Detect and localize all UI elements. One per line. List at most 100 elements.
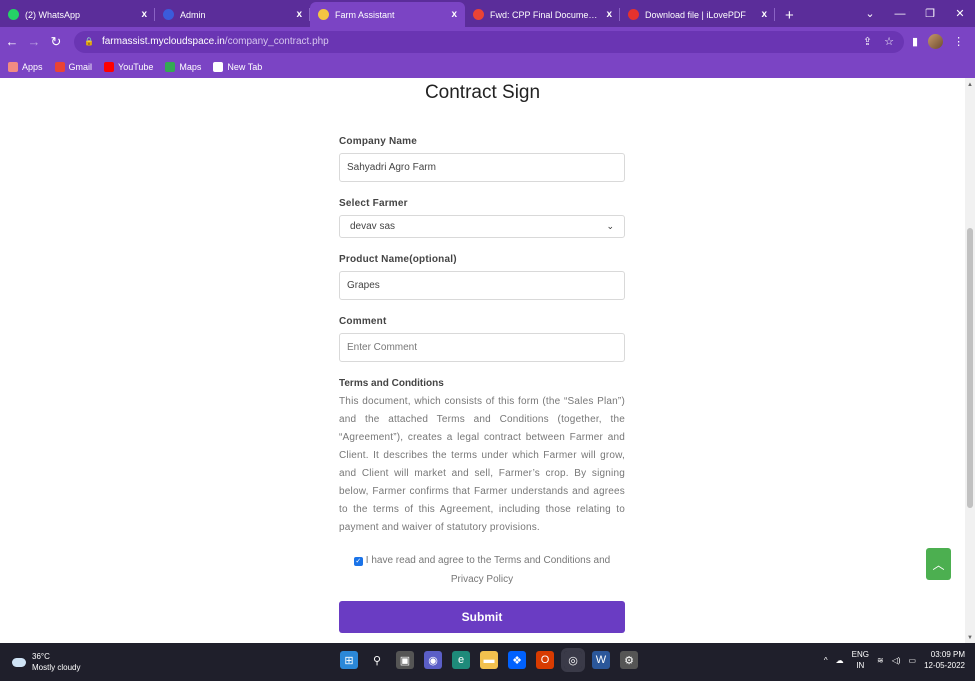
- clock-time: 03:09 PM: [930, 650, 965, 659]
- back-icon[interactable]: ←: [2, 34, 22, 49]
- gmail-icon: [54, 62, 65, 72]
- tab-2[interactable]: Farm Assistant x: [310, 2, 465, 27]
- url-input[interactable]: 🔒 farmassist.mycloudspace.in/company_con…: [74, 30, 904, 53]
- chrome-icon[interactable]: ◎: [561, 648, 585, 672]
- weather-widget[interactable]: 36°C Mostly cloudy: [12, 651, 80, 673]
- chat-icon[interactable]: ◉: [424, 651, 442, 669]
- tab-close-icon[interactable]: x: [141, 9, 147, 20]
- chevron-up-icon: ︿: [932, 557, 945, 572]
- youtube-icon: [104, 62, 115, 72]
- tab-4[interactable]: Download file | iLovePDF x: [620, 2, 775, 27]
- terms-title: Terms and Conditions: [339, 378, 444, 389]
- bookmark-0[interactable]: Apps: [8, 62, 43, 72]
- task-view-icon[interactable]: ▣: [396, 651, 414, 669]
- restore-icon[interactable]: ❐: [915, 7, 945, 20]
- terms-body: This document, which consists of this fo…: [339, 396, 625, 533]
- whatsapp-icon: [8, 9, 19, 20]
- page-title: Contract Sign: [424, 82, 541, 103]
- bookmark-label: Maps: [179, 62, 202, 72]
- comment-input[interactable]: Enter Comment: [339, 333, 625, 362]
- profile-avatar[interactable]: [928, 34, 944, 49]
- edge-icon[interactable]: e: [452, 651, 470, 669]
- wifi-icon[interactable]: ≋: [877, 655, 884, 666]
- system-tray: ^ ☁ ENG IN ≋ ◁) ▭ 03:09 PM 12-05-2022: [824, 649, 965, 671]
- tab-strip: (2) WhatsApp x Admin x Farm Assistant x Fwd: C…: [0, 0, 975, 27]
- ilovepdf-icon: [628, 9, 639, 20]
- bookmark-star-icon[interactable]: ☆: [884, 35, 894, 48]
- cloud-icon: [12, 657, 26, 667]
- product-label: Product Name(optional): [339, 254, 457, 265]
- tab-list: (2) WhatsApp x Admin x Farm Assistant x Fwd: C…: [0, 0, 775, 27]
- weather-temp: 36°C: [32, 652, 50, 661]
- forward-icon[interactable]: →: [24, 34, 44, 49]
- tab-title: Admin: [180, 9, 206, 20]
- product-input[interactable]: Grapes: [339, 271, 625, 300]
- onedrive-cloud-icon[interactable]: ☁: [836, 655, 844, 666]
- farmer-select-value: devav sas: [350, 221, 396, 232]
- submit-button[interactable]: Submit: [339, 601, 625, 633]
- url-host: farmassist.mycloudspace.in: [101, 36, 225, 47]
- clock-date: 12-05-2022: [924, 661, 965, 670]
- bookmark-label: New Tab: [227, 62, 263, 72]
- farmer-select[interactable]: devav sas ⌄: [339, 215, 625, 238]
- new-tab-icon: [213, 62, 224, 72]
- file-explorer-icon[interactable]: ▬: [480, 651, 498, 669]
- menu-kebab-icon[interactable]: ⋮: [953, 35, 964, 48]
- page-scrollbar[interactable]: ▲ ▼: [965, 78, 975, 643]
- bookmark-1[interactable]: Gmail: [54, 62, 92, 72]
- tab-close-icon[interactable]: x: [451, 9, 457, 20]
- company-label: Company Name: [339, 136, 417, 147]
- weather-desc: Mostly cloudy: [32, 663, 81, 672]
- tab-close-icon[interactable]: x: [606, 9, 612, 20]
- search-icon[interactable]: ⚲: [368, 651, 386, 669]
- company-input[interactable]: Sahyadri Agro Farm: [339, 153, 625, 182]
- bookmarks-bar: Apps Gmail YouTube Maps New Tab: [0, 56, 975, 78]
- comment-label: Comment: [339, 316, 387, 327]
- taskbar-apps: ⊞ ⚲ ▣ ◉ e ▬ ❖ O ◎ W ⚙: [340, 648, 638, 672]
- agree-checkbox[interactable]: ✓: [353, 557, 363, 566]
- apps-grid-icon: [8, 62, 18, 72]
- bookmark-3[interactable]: Maps: [165, 62, 201, 72]
- bookmark-label: Apps: [22, 62, 43, 72]
- word-icon[interactable]: W: [592, 651, 610, 669]
- new-tab-button[interactable]: +: [785, 7, 794, 24]
- agree-label: I have read and agree to the Terms and C…: [365, 555, 611, 585]
- tab-title: (2) WhatsApp: [25, 9, 81, 20]
- tab-1[interactable]: Admin x: [155, 2, 310, 27]
- dropbox-icon[interactable]: ❖: [508, 651, 526, 669]
- scrollbar-thumb[interactable]: [967, 228, 973, 508]
- farm-icon: [318, 9, 329, 20]
- scroll-down-arrow-icon[interactable]: ▼: [965, 635, 975, 641]
- volume-icon[interactable]: ◁): [892, 655, 901, 666]
- scroll-to-top-button[interactable]: ︿: [926, 548, 951, 580]
- gmail-icon: [473, 9, 484, 20]
- minimize-icon[interactable]: —: [885, 8, 915, 20]
- tab-3[interactable]: Fwd: CPP Final Documents group x: [465, 2, 620, 27]
- battery-icon[interactable]: ▭: [909, 655, 917, 666]
- tab-close-icon[interactable]: x: [761, 9, 767, 20]
- tab-search-icon[interactable]: ⌄: [855, 7, 885, 20]
- chevron-down-icon: ⌄: [606, 221, 614, 231]
- share-icon[interactable]: ⇪: [863, 35, 872, 48]
- tab-title: Farm Assistant: [335, 9, 395, 20]
- tab-close-icon[interactable]: x: [296, 9, 302, 20]
- close-window-icon[interactable]: ✕: [945, 7, 975, 20]
- chevron-up-icon[interactable]: ^: [824, 655, 828, 666]
- reload-icon[interactable]: ↻: [46, 34, 66, 50]
- start-windows-icon[interactable]: ⊞: [340, 651, 358, 669]
- comment-group: Comment Enter Comment: [339, 316, 625, 362]
- farmer-label: Select Farmer: [339, 198, 408, 209]
- side-panel-icon[interactable]: ▮: [912, 35, 918, 48]
- clock[interactable]: 03:09 PM 12-05-2022: [924, 649, 965, 671]
- bookmark-2[interactable]: YouTube: [104, 62, 153, 72]
- scroll-up-arrow-icon[interactable]: ▲: [965, 82, 975, 88]
- office-icon[interactable]: O: [536, 651, 554, 669]
- language-indicator[interactable]: ENG IN: [852, 649, 869, 671]
- bookmark-4[interactable]: New Tab: [213, 62, 262, 72]
- page-content: Contract Sign Company Name Sahyadri Agro…: [0, 78, 965, 643]
- product-group: Product Name(optional) Grapes: [339, 254, 625, 300]
- tab-0[interactable]: (2) WhatsApp x: [0, 2, 155, 27]
- settings-gear-icon[interactable]: ⚙: [620, 651, 638, 669]
- contract-form: Company Name Sahyadri Agro Farm Select F…: [339, 136, 625, 633]
- company-group: Company Name Sahyadri Agro Farm: [339, 136, 625, 182]
